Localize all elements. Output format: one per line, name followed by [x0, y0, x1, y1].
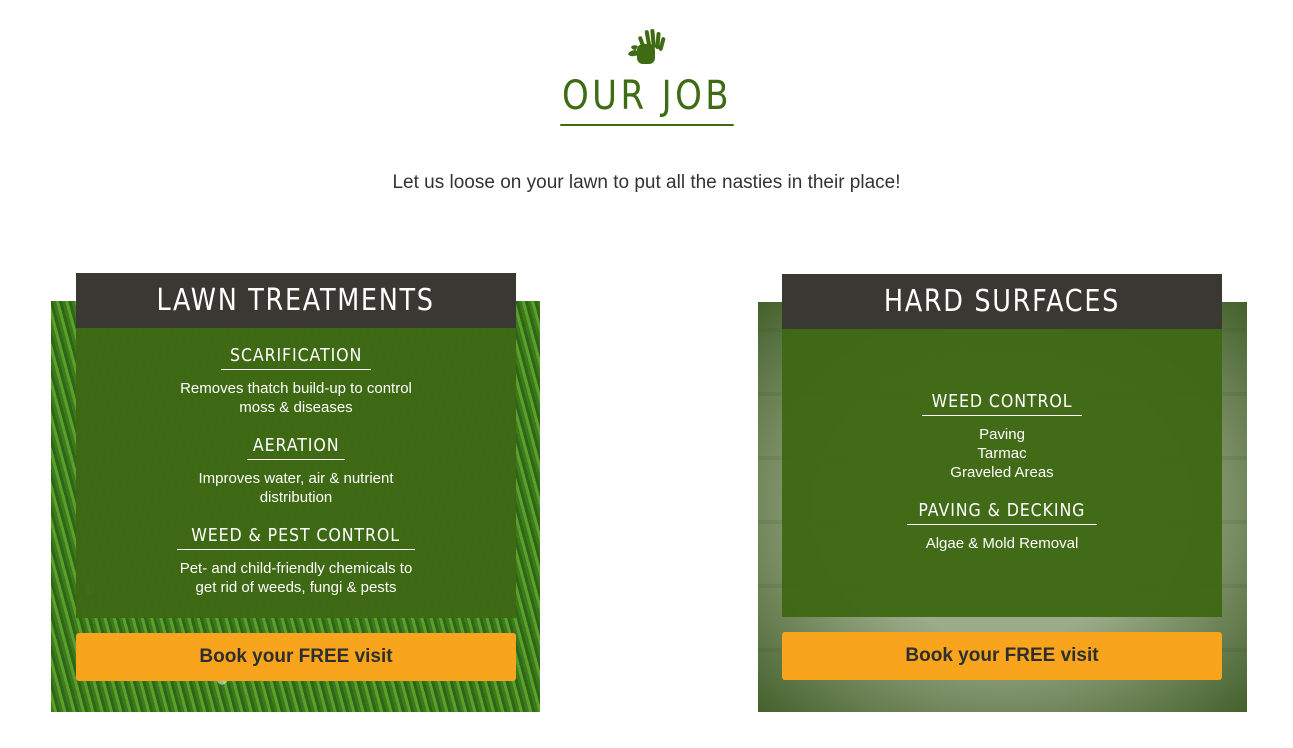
service-title: WEED CONTROL — [921, 390, 1083, 416]
service-desc: Improves water, air & nutrient distribut… — [198, 470, 394, 506]
service-desc: Pet- and child-friendly chemicals to get… — [179, 560, 413, 596]
page-title: OUR JOB — [559, 72, 734, 126]
service-title: AERATION — [246, 434, 346, 460]
service-item: PAVING & DECKING Algae & Mold Removal — [782, 499, 1222, 553]
service-item: SCARIFICATION Removes thatch build-up to… — [76, 344, 516, 417]
service-desc: Paving Tarmac Graveled Areas — [950, 426, 1054, 481]
service-title: WEED & PEST CONTROL — [177, 524, 415, 550]
service-title: PAVING & DECKING — [907, 499, 1097, 525]
service-item: AERATION Improves water, air & nutrient … — [76, 434, 516, 507]
service-item: WEED & PEST CONTROL Pet- and child-frien… — [76, 524, 516, 597]
hard-book-button[interactable]: Book your FREE visit — [782, 632, 1222, 680]
lawn-card-body: SCARIFICATION Removes thatch build-up to… — [76, 328, 516, 618]
lawn-card-header: LAWN TREATMENTS — [76, 273, 516, 328]
hard-card-header: HARD SURFACES — [782, 274, 1222, 329]
hard-card-body: WEED CONTROL Paving Tarmac Graveled Area… — [782, 329, 1222, 617]
service-title: SCARIFICATION — [220, 344, 372, 370]
hands-icon — [628, 29, 666, 64]
section-title-wrap: OUR JOB — [0, 72, 1293, 126]
service-desc: Algae & Mold Removal — [925, 535, 1079, 552]
lawn-book-button[interactable]: Book your FREE visit — [76, 633, 516, 681]
service-item: WEED CONTROL Paving Tarmac Graveled Area… — [782, 390, 1222, 482]
page-subtitle: Let us loose on your lawn to put all the… — [392, 172, 901, 193]
service-desc: Removes thatch build-up to control moss … — [180, 380, 412, 416]
